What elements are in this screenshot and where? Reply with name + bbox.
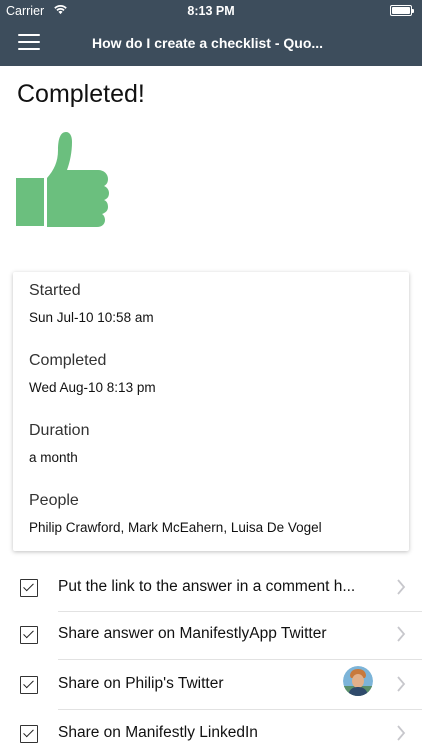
chevron-right-icon [397,725,406,741]
checkbox-checked[interactable] [20,579,38,597]
task-row[interactable]: Share answer on ManifestlyApp Twitter [0,610,422,660]
nav-bar: How do I create a checklist - Quo... [0,22,422,66]
hamburger-menu-icon[interactable] [18,34,40,52]
people-field: People Philip Crawford, Mark McEahern, L… [29,492,322,535]
started-field: Started Sun Jul-10 10:58 am [29,282,154,325]
duration-label: Duration [29,422,90,439]
chevron-right-icon [397,626,406,642]
people-value: Philip Crawford, Mark McEahern, Luisa De… [29,520,322,535]
task-row[interactable]: Put the link to the answer in a comment … [0,562,422,612]
thumbs-up-icon [16,132,109,227]
battery-icon [390,5,414,16]
task-label: Share answer on ManifestlyApp Twitter [58,625,327,642]
started-value: Sun Jul-10 10:58 am [29,310,154,325]
duration-value: a month [29,450,78,465]
completed-value: Wed Aug-10 8:13 pm [29,380,156,395]
task-row[interactable]: Share on Philip's Twitter [0,658,422,710]
status-time: 8:13 PM [187,4,235,18]
completed-field: Completed Wed Aug-10 8:13 pm [29,352,156,395]
duration-field: Duration a month [29,422,89,465]
checkbox-checked[interactable] [20,676,38,694]
task-label: Share on Philip's Twitter [58,675,224,692]
people-label: People [29,492,79,509]
chevron-right-icon [397,676,406,692]
chevron-right-icon [397,579,406,595]
user-avatar [343,666,373,696]
task-row[interactable]: Share on Manifestly LinkedIn [0,710,422,750]
summary-card: Started Sun Jul-10 10:58 am Completed We… [13,272,409,551]
task-label: Share on Manifestly LinkedIn [58,724,258,741]
status-bar: Carrier 8:13 PM [0,0,422,22]
page-title: Completed! [17,80,145,108]
checkbox-checked[interactable] [20,626,38,644]
completed-label: Completed [29,352,107,369]
started-label: Started [29,282,81,299]
checkbox-checked[interactable] [20,725,38,743]
nav-title: How do I create a checklist - Quo... [92,35,324,51]
task-label: Put the link to the answer in a comment … [58,578,356,595]
